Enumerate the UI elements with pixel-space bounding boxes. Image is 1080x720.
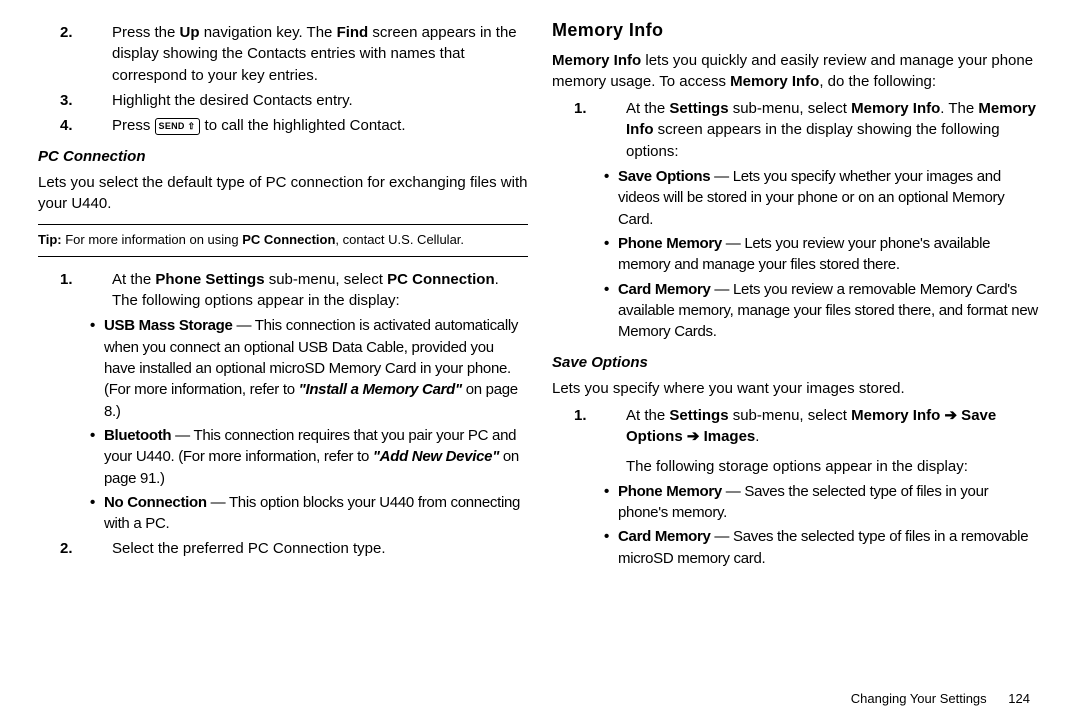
bullet-icon: • <box>90 315 104 421</box>
step-text: Press the Up navigation key. The Find sc… <box>112 22 528 86</box>
bullet-icon: • <box>90 425 104 489</box>
step-number: 1. <box>552 98 626 162</box>
page-number: 124 <box>1008 691 1030 706</box>
step-text: At the Settings sub-menu, select Memory … <box>626 98 1042 162</box>
save-bullet-phone-memory: • Phone Memory — Saves the selected type… <box>604 481 1042 524</box>
step-number: 1. <box>552 405 626 477</box>
right-column: Memory Info Memory Info lets you quickly… <box>552 18 1042 710</box>
mem-bullet-save-options: • Save Options — Lets you specify whethe… <box>604 166 1042 230</box>
bullet-icon: • <box>604 279 618 343</box>
save-options-intro: Lets you specify where you want your ima… <box>552 378 1042 399</box>
step-text: At the Phone Settings sub-menu, select P… <box>112 269 528 312</box>
left-column: 2. Press the Up navigation key. The Find… <box>38 18 528 710</box>
memory-info-intro: Memory Info lets you quickly and easily … <box>552 50 1042 93</box>
save-step-1: 1. At the Settings sub-menu, select Memo… <box>552 405 1042 477</box>
step-number: 2. <box>38 22 112 86</box>
mem-bullet-phone-memory: • Phone Memory — Lets you review your ph… <box>604 233 1042 276</box>
pc-bullet-usb: • USB Mass Storage — This connection is … <box>90 315 528 421</box>
step-text: Select the preferred PC Connection type. <box>112 538 528 559</box>
step-4: 4. Press SEND ⇧ to call the highlighted … <box>38 115 528 136</box>
bullet-icon: • <box>604 481 618 524</box>
bullet-icon: • <box>604 526 618 569</box>
send-key-icon: SEND ⇧ <box>155 118 201 135</box>
mem-bullet-card-memory: • Card Memory — Lets you review a remova… <box>604 279 1042 343</box>
save-bullet-card-memory: • Card Memory — Saves the selected type … <box>604 526 1042 569</box>
tip-box: Tip: For more information on using PC Co… <box>38 224 528 256</box>
step-text: Press SEND ⇧ to call the highlighted Con… <box>112 115 528 136</box>
mem-step-1: 1. At the Settings sub-menu, select Memo… <box>552 98 1042 162</box>
step-text: At the Settings sub-menu, select Memory … <box>626 405 1042 477</box>
pc-connection-intro: Lets you select the default type of PC c… <box>38 172 528 215</box>
bullet-icon: • <box>90 492 104 535</box>
step-number: 4. <box>38 115 112 136</box>
pc-step-2: 2. Select the preferred PC Connection ty… <box>38 538 528 559</box>
step-number: 3. <box>38 90 112 111</box>
page-footer: Changing Your Settings 124 <box>851 691 1030 706</box>
pc-step-1: 1. At the Phone Settings sub-menu, selec… <box>38 269 528 312</box>
step-3: 3. Highlight the desired Contacts entry. <box>38 90 528 111</box>
bullet-icon: • <box>604 166 618 230</box>
step-text: Highlight the desired Contacts entry. <box>112 90 528 111</box>
pc-bullet-noconn: • No Connection — This option blocks you… <box>90 492 528 535</box>
pc-bullet-bluetooth: • Bluetooth — This connection requires t… <box>90 425 528 489</box>
pc-connection-heading: PC Connection <box>38 146 528 167</box>
chapter-title: Changing Your Settings <box>851 691 987 706</box>
step-2: 2. Press the Up navigation key. The Find… <box>38 22 528 86</box>
bullet-icon: • <box>604 233 618 276</box>
manual-page: 2. Press the Up navigation key. The Find… <box>0 0 1080 720</box>
save-options-heading: Save Options <box>552 352 1042 373</box>
memory-info-heading: Memory Info <box>552 18 1042 44</box>
step-number: 2. <box>38 538 112 559</box>
step-number: 1. <box>38 269 112 312</box>
